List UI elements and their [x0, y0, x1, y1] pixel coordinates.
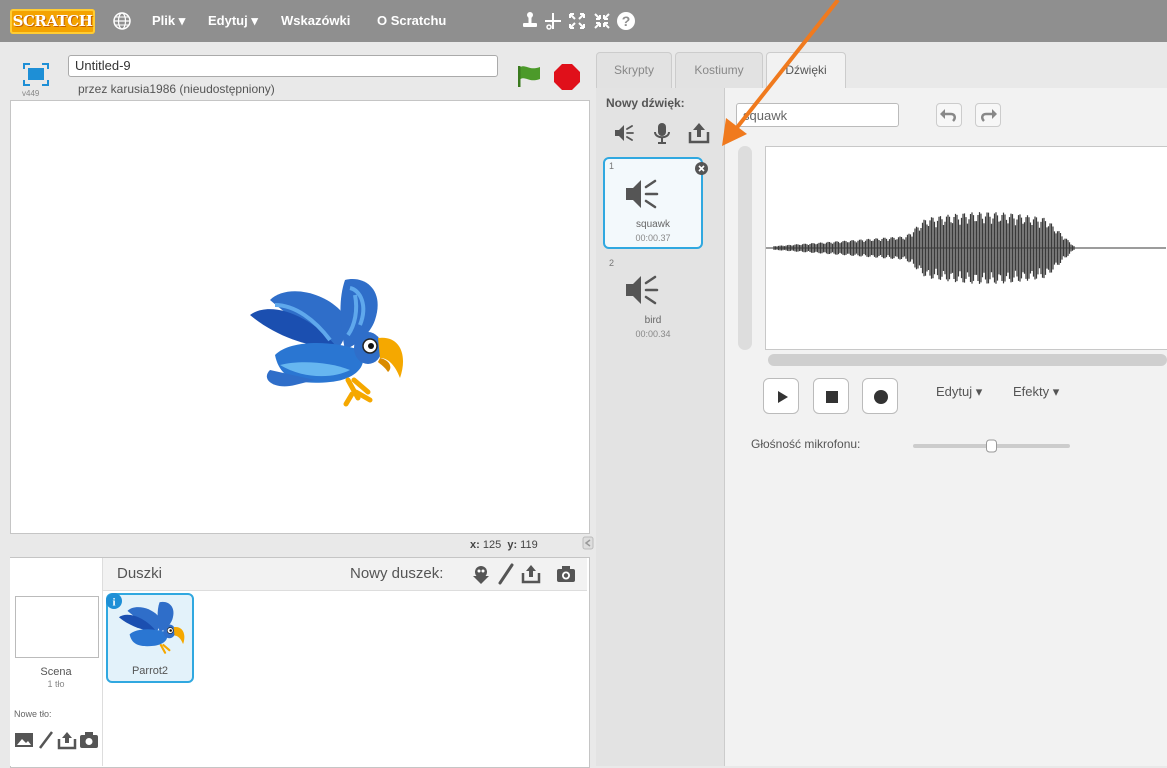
sound-duration: 00:00.37: [635, 233, 671, 243]
waveform-zoom-bar[interactable]: [738, 146, 752, 350]
upload-sound-icon[interactable]: [687, 121, 711, 145]
help-icon[interactable]: ?: [615, 10, 637, 32]
tab-sounds[interactable]: Dźwięki: [766, 52, 846, 89]
y-label: y:: [507, 539, 518, 551]
parrot-sprite[interactable]: [240, 270, 410, 415]
waveform-view[interactable]: [765, 146, 1167, 350]
scratch-logo[interactable]: SCRATCH: [10, 9, 95, 34]
about-menu[interactable]: O Scratchu: [377, 10, 446, 32]
collapse-stage-handle[interactable]: [582, 536, 594, 550]
redo-icon[interactable]: [975, 103, 1001, 127]
scene-backdrop-count: 1 tło: [47, 679, 65, 689]
delete-sound-icon[interactable]: [695, 162, 708, 175]
mic-volume-label: Głośność mikrofonu:: [751, 437, 861, 451]
camera-sprite-icon[interactable]: [555, 563, 577, 585]
new-sound-label: Nowy dźwięk:: [606, 96, 685, 110]
sound-name-input[interactable]: [736, 103, 899, 127]
x-value: 125: [482, 539, 502, 551]
project-author: przez karusia1986 (nieudostępniony): [78, 82, 275, 96]
mic-volume-slider[interactable]: [913, 439, 1070, 453]
choose-sprite-from-library-icon[interactable]: [470, 563, 492, 585]
upload-backdrop-icon[interactable]: [57, 730, 77, 750]
sound-number: 2: [609, 258, 615, 268]
waveform-icon: [766, 212, 1166, 284]
stop-button[interactable]: [813, 378, 849, 414]
mouse-coordinates: x: 125 y: 119: [470, 539, 538, 551]
file-menu[interactable]: Plik ▾: [152, 10, 185, 32]
sound-number: 1: [609, 161, 615, 171]
tab-scripts[interactable]: Skrypty: [596, 52, 672, 88]
sound-name-label: squawk: [636, 219, 670, 230]
parrot-sprite-thumbnail: [118, 601, 185, 654]
scene-thumbnail[interactable]: [15, 596, 99, 658]
record-button[interactable]: [862, 378, 898, 414]
sound-duration: 00:00.34: [635, 329, 671, 339]
camera-backdrop-icon[interactable]: [79, 730, 99, 750]
version-label: v449: [22, 89, 40, 98]
project-title-input[interactable]: [68, 55, 498, 77]
play-button[interactable]: [763, 378, 799, 414]
language-globe-icon[interactable]: [111, 10, 133, 32]
record-microphone-icon[interactable]: [650, 121, 674, 145]
stop-sign-icon[interactable]: [553, 63, 581, 91]
paint-new-sprite-icon[interactable]: [495, 563, 517, 585]
scene-label: Scena: [40, 666, 72, 678]
duplicate-stamp-icon[interactable]: [519, 10, 541, 32]
new-backdrop-label: Nowe tło:: [14, 709, 52, 719]
x-label: x:: [470, 539, 480, 551]
shrink-icon[interactable]: [591, 10, 613, 32]
backdrop-library-icon[interactable]: [14, 730, 34, 750]
sound-effects-menu[interactable]: Efekty ▾: [1013, 384, 1059, 400]
sprite-name-label: Parrot2: [131, 665, 169, 677]
sprites-heading: Duszki: [117, 565, 163, 582]
undo-icon[interactable]: [936, 103, 962, 127]
upload-sprite-icon[interactable]: [520, 563, 542, 585]
sound-library-icon[interactable]: [612, 121, 636, 145]
grow-icon[interactable]: [566, 10, 588, 32]
sound-name-label: bird: [644, 315, 662, 326]
new-sprite-label: Nowy duszek:: [350, 565, 444, 582]
delete-cut-icon[interactable]: [542, 10, 564, 32]
tab-costumes[interactable]: Kostiumy: [675, 52, 763, 88]
y-value: 119: [520, 539, 538, 551]
sound-edit-menu[interactable]: Edytuj ▾: [936, 384, 982, 400]
green-flag-icon[interactable]: [514, 63, 544, 89]
paint-backdrop-icon[interactable]: [36, 730, 56, 750]
speaker-icon: [623, 174, 663, 214]
fullscreen-icon[interactable]: [22, 62, 50, 87]
speaker-icon[interactable]: [623, 270, 663, 310]
edit-menu[interactable]: Edytuj ▾: [208, 10, 258, 32]
svg-text:?: ?: [622, 13, 631, 29]
tips-menu[interactable]: Wskazówki: [281, 10, 350, 32]
waveform-scrollbar[interactable]: [768, 354, 1167, 366]
